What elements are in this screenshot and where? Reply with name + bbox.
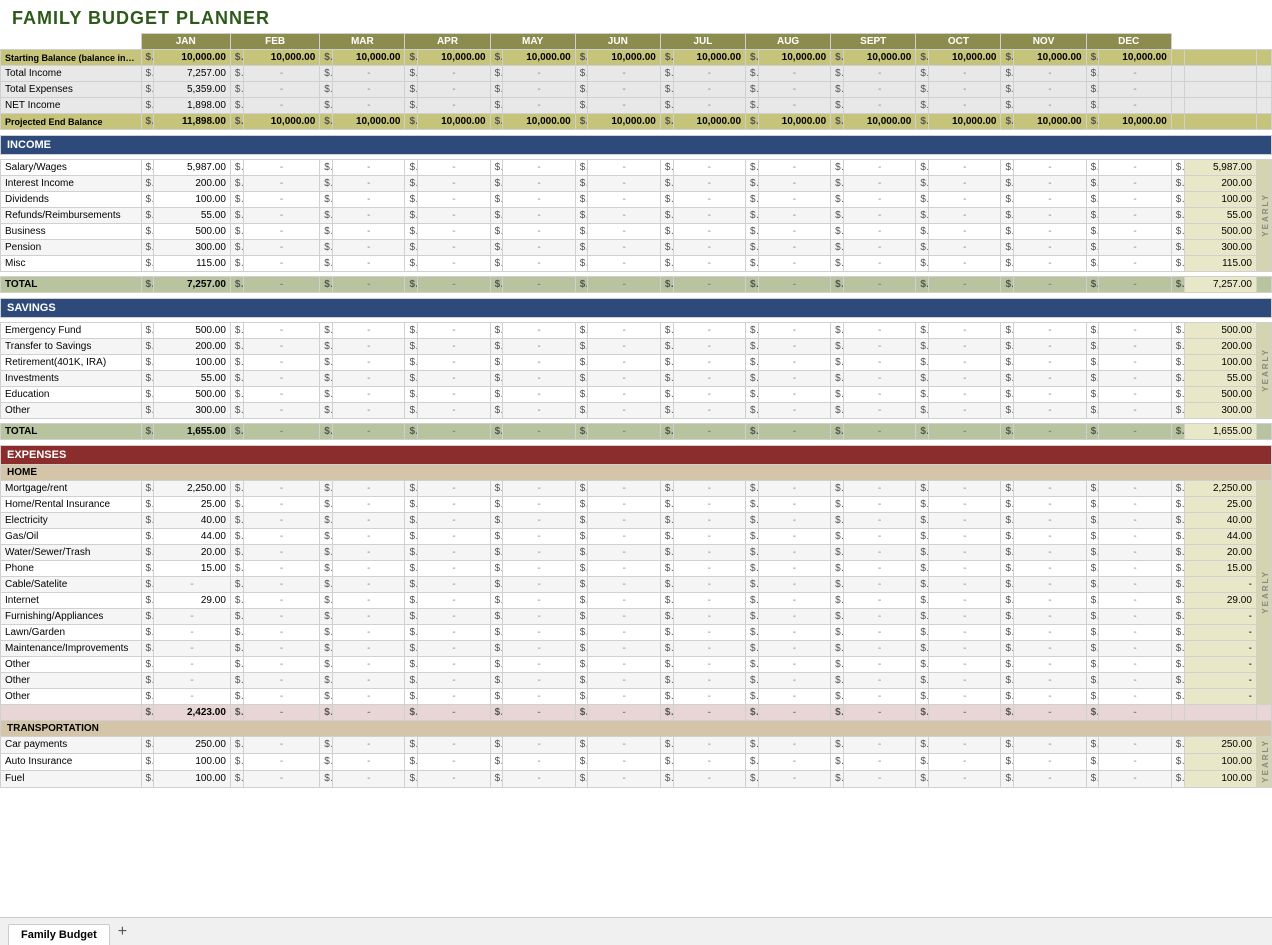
row-internet: Internet $29.00 $- $- $- $- $- $- $- $- … (1, 593, 1272, 609)
row-total-income: Total Income $7,257.00 $- $- $- $- $- $-… (1, 66, 1272, 82)
header-feb: FEB (230, 34, 319, 50)
row-savings-total: TOTAL $1,655.00 $- $- $- $- $- $- $- $- … (1, 424, 1272, 440)
tab-family-budget[interactable]: Family Budget (8, 924, 110, 945)
row-phone: Phone $15.00 $- $- $- $- $- $- $- $- $- … (1, 561, 1272, 577)
header-sept: SEPT (831, 34, 916, 50)
section-home-header: HOME (1, 465, 1272, 481)
row-education: Education $500.00 $- $- $- $- $- $- $- $… (1, 387, 1272, 403)
row-business: Business $500.00 $- $- $- $- $- $- $- $-… (1, 224, 1272, 240)
row-home-subtotal: $2,423.00 $- $- $- $- $- $- $- $- $- $- … (1, 705, 1272, 721)
spreadsheet-container: FAMILY BUDGET PLANNER (0, 0, 1272, 945)
row-auto-insurance: Auto Insurance $100.00 $- $- $- $- $- $-… (1, 753, 1272, 770)
header-dec: DEC (1086, 34, 1171, 50)
section-expenses-header: EXPENSES (1, 446, 1272, 465)
row-investments: Investments $55.00 $- $- $- $- $- $- $- … (1, 371, 1272, 387)
row-dividends: Dividends $100.00 $- $- $- $- $- $- $- $… (1, 192, 1272, 208)
section-income-header: INCOME (1, 136, 1272, 155)
row-salary: Salary/Wages $5,987.00 $- $- $- $- $- $-… (1, 160, 1272, 176)
row-savings-other: Other $300.00 $- $- $- $- $- $- $- $- $-… (1, 403, 1272, 419)
row-refunds: Refunds/Reimbursements $55.00 $- $- $- $… (1, 208, 1272, 224)
row-starting-balance: Starting Balance (balance in acct) $10,0… (1, 50, 1272, 66)
row-transfer-savings: Transfer to Savings $200.00 $- $- $- $- … (1, 339, 1272, 355)
header-jan: JAN (141, 34, 230, 50)
section-savings-header: SAVINGS (1, 299, 1272, 318)
row-home-other3: Other $- $- $- $- $- $- $- $- $- $- $- $… (1, 689, 1272, 705)
row-net-income: NET Income $1,898.00 $- $- $- $- $- $- $… (1, 98, 1272, 114)
row-mortgage: Mortgage/rent $2,250.00 $- $- $- $- $- $… (1, 481, 1272, 497)
tab-add-button[interactable]: + (112, 922, 133, 942)
row-misc-income: Misc $115.00 $- $- $- $- $- $- $- $- $- … (1, 256, 1272, 272)
row-home-other1: Other $- $- $- $- $- $- $- $- $- $- $- $… (1, 657, 1272, 673)
header-mar: MAR (320, 34, 405, 50)
row-furnishing: Furnishing/Appliances $- $- $- $- $- $- … (1, 609, 1272, 625)
header-may: MAY (490, 34, 575, 50)
header-nov: NOV (1001, 34, 1086, 50)
row-electricity: Electricity $40.00 $- $- $- $- $- $- $- … (1, 513, 1272, 529)
header-jul: JUL (660, 34, 745, 50)
row-cable: Cable/Satelite $- $- $- $- $- $- $- $- $… (1, 577, 1272, 593)
row-income-total: TOTAL $7,257.00 $- $- $- $- $- $- $- $- … (1, 277, 1272, 293)
row-home-other2: Other $- $- $- $- $- $- $- $- $- $- $- $… (1, 673, 1272, 689)
header-jun: JUN (575, 34, 660, 50)
row-lawn: Lawn/Garden $- $- $- $- $- $- $- $- $- $… (1, 625, 1272, 641)
row-pension: Pension $300.00 $- $- $- $- $- $- $- $- … (1, 240, 1272, 256)
row-total-expenses: Total Expenses $5,359.00 $- $- $- $- $- … (1, 82, 1272, 98)
section-transport-header: TRANSPORTATION (1, 721, 1272, 737)
row-car-payments: Car payments $250.00 $- $- $- $- $- $- $… (1, 737, 1272, 754)
header-aug: AUG (746, 34, 831, 50)
row-interest-income: Interest Income $200.00 $- $- $- $- $- $… (1, 176, 1272, 192)
row-fuel: Fuel $100.00 $- $- $- $- $- $- $- $- $- … (1, 770, 1272, 787)
row-gas-oil: Gas/Oil $44.00 $- $- $- $- $- $- $- $- $… (1, 529, 1272, 545)
header-apr: APR (405, 34, 490, 50)
app-title: FAMILY BUDGET PLANNER (0, 0, 1272, 33)
row-projected-balance: Projected End Balance $11,898.00 $10,000… (1, 114, 1272, 130)
row-home-insurance: Home/Rental Insurance $25.00 $- $- $- $-… (1, 497, 1272, 513)
tab-bar: Family Budget + (0, 917, 1272, 945)
row-emergency-fund: Emergency Fund $500.00 $- $- $- $- $- $-… (1, 323, 1272, 339)
row-retirement: Retirement(401K, IRA) $100.00 $- $- $- $… (1, 355, 1272, 371)
row-maintenance: Maintenance/Improvements $- $- $- $- $- … (1, 641, 1272, 657)
header-oct: OCT (916, 34, 1001, 50)
row-water: Water/Sewer/Trash $20.00 $- $- $- $- $- … (1, 545, 1272, 561)
budget-table: JAN FEB MAR APR MAY JUN JUL AUG SEPT OCT… (0, 33, 1272, 788)
